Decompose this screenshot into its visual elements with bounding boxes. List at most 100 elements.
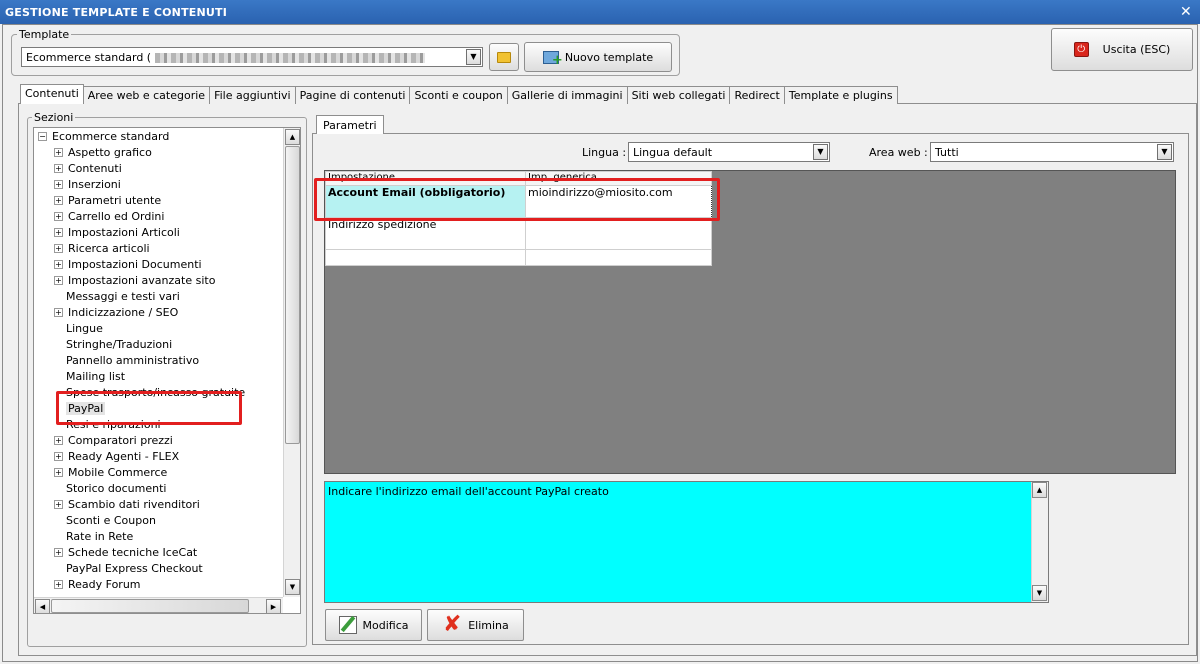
tree-item[interactable]: Pannello amministrativo [66, 353, 199, 369]
expand-icon[interactable]: + [54, 147, 63, 157]
scroll-up-icon[interactable]: ▲ [1032, 482, 1047, 498]
tree-item-label: Messaggi e testi vari [66, 290, 180, 303]
expand-icon[interactable]: + [54, 467, 63, 477]
tree-item[interactable]: + Schede tecniche IceCat [54, 545, 197, 561]
tree-item[interactable]: + Impostazioni Articoli [54, 225, 180, 241]
tree-item[interactable]: + Impostazioni avanzate sito [54, 273, 215, 289]
expand-icon[interactable]: + [54, 179, 63, 189]
tree-item[interactable]: + Mobile Commerce [54, 465, 167, 481]
tree-item[interactable]: + Ready Forum [54, 577, 141, 593]
tree-item[interactable]: Spese trasporto/incasso gratuite [66, 385, 245, 401]
expand-icon[interactable]: + [54, 243, 63, 253]
table-row[interactable] [325, 249, 712, 266]
tree-item-label: Ricerca articoli [68, 242, 150, 255]
tab-pagine-contenuti[interactable]: Pagine di contenuti [294, 86, 411, 104]
expand-icon[interactable]: + [54, 435, 63, 445]
delete-button[interactable]: ✘ Elimina [427, 609, 524, 641]
setting-value[interactable] [525, 217, 712, 250]
tree-item[interactable]: + Ready Agenti - FLEX [54, 449, 179, 465]
close-icon[interactable]: ✕ [1178, 4, 1194, 20]
area-select[interactable]: Tutti ▼ [930, 142, 1174, 162]
tree-item[interactable]: + Scambio dati rivenditori [54, 497, 200, 513]
setting-value-input[interactable]: mioindirizzo@miosito.com [525, 185, 712, 218]
column-header-generic: Imp. generica [525, 171, 712, 186]
scroll-up-icon[interactable]: ▲ [285, 129, 300, 145]
tree-item[interactable]: Sconti e Coupon [66, 513, 156, 529]
expand-icon[interactable]: + [54, 547, 63, 557]
setting-key[interactable] [325, 249, 526, 266]
scroll-thumb[interactable] [285, 146, 300, 444]
tree-item-label: Storico documenti [66, 482, 167, 495]
chevron-down-icon[interactable]: ▼ [813, 144, 828, 160]
tree-item[interactable]: PayPal [66, 401, 106, 417]
tab-aree-web[interactable]: Aree web e categorie [82, 86, 211, 104]
tab-parametri[interactable]: Parametri [316, 115, 384, 134]
description-box[interactable]: Indicare l'indirizzo email dell'account … [324, 481, 1049, 603]
tab-file-aggiuntivi[interactable]: File aggiuntivi [209, 86, 296, 104]
scroll-down-icon[interactable]: ▼ [1032, 585, 1047, 601]
tree-item[interactable]: + Aspetto grafico [54, 145, 152, 161]
tree-item[interactable]: + Impostazioni Documenti [54, 257, 202, 273]
tree-item[interactable]: + Contenuti [54, 161, 122, 177]
collapse-icon[interactable]: − [38, 131, 47, 141]
tree-item[interactable]: + Indicizzazione / SEO [54, 305, 178, 321]
tree-item[interactable]: + Comparatori prezzi [54, 433, 173, 449]
tree-item[interactable]: Lingue [66, 321, 103, 337]
description-scrollbar[interactable]: ▲ ▼ [1031, 482, 1048, 602]
tree-item[interactable]: Mailing list [66, 369, 125, 385]
setting-value[interactable] [525, 249, 712, 266]
expand-icon[interactable]: + [54, 579, 63, 589]
tree-item[interactable]: PayPal Express Checkout [66, 561, 203, 577]
expand-icon[interactable]: + [54, 259, 63, 269]
expand-icon[interactable]: + [54, 499, 63, 509]
expand-icon[interactable]: + [54, 307, 63, 317]
tree-item-label: Stringhe/Traduzioni [66, 338, 173, 351]
tree-item-label: Lingue [66, 322, 103, 335]
tree-item[interactable]: + Parametri utente [54, 193, 161, 209]
setting-key[interactable]: Account Email (obbligatorio) [325, 185, 526, 218]
chevron-down-icon[interactable]: ▼ [466, 49, 481, 65]
sections-tree[interactable]: − Ecommerce standard + Aspetto grafico + Con… [33, 127, 301, 614]
new-template-button[interactable]: Nuovo template [524, 42, 672, 72]
scroll-h-thumb[interactable] [51, 599, 249, 613]
tab-redirect[interactable]: Redirect [729, 86, 785, 104]
tree-item-label: Parametri utente [68, 194, 162, 207]
exit-label: Uscita (ESC) [1102, 43, 1171, 56]
scroll-right-icon[interactable]: ▶ [266, 599, 281, 613]
tree-item[interactable]: + Inserzioni [54, 177, 121, 193]
tree-item[interactable]: Messaggi e testi vari [66, 289, 180, 305]
tab-sconti-coupon[interactable]: Sconti e coupon [409, 86, 508, 104]
exit-button[interactable]: ⏻ Uscita (ESC) [1051, 28, 1193, 71]
delete-icon: ✘ [443, 612, 462, 637]
expand-icon[interactable]: + [54, 163, 63, 173]
open-folder-button[interactable] [489, 43, 519, 71]
expand-icon[interactable]: + [54, 227, 63, 237]
chevron-down-icon[interactable]: ▼ [1157, 144, 1172, 160]
tree-item[interactable]: Rate in Rete [66, 529, 133, 545]
tree-item[interactable]: + Carrello ed Ordini [54, 209, 164, 225]
edit-button[interactable]: Modifica [325, 609, 422, 641]
tree-item[interactable]: Resi e riparazioni [66, 417, 161, 433]
tab-gallerie[interactable]: Gallerie di immagini [506, 86, 628, 104]
language-select[interactable]: Lingua default ▼ [628, 142, 830, 162]
tree-item-label: PayPal [66, 402, 106, 415]
expand-icon[interactable]: + [54, 211, 63, 221]
scroll-down-icon[interactable]: ▼ [285, 579, 300, 595]
expand-icon[interactable]: + [54, 275, 63, 285]
template-select[interactable]: Ecommerce standard ( ▼ [21, 47, 483, 67]
tree-item[interactable]: + Ricerca articoli [54, 241, 150, 257]
expand-icon[interactable]: + [54, 451, 63, 461]
scroll-left-icon[interactable]: ◀ [35, 599, 50, 613]
table-row[interactable]: Indirizzo spedizione [325, 217, 712, 250]
tree-root[interactable]: − Ecommerce standard [38, 129, 169, 145]
tree-horizontal-scrollbar[interactable]: ◀ ▶ [34, 597, 283, 613]
tree-item[interactable]: Stringhe/Traduzioni [66, 337, 172, 353]
tab-template-plugins[interactable]: Template e plugins [783, 86, 898, 104]
tab-contenuti[interactable]: Contenuti [20, 84, 84, 104]
tree-vertical-scrollbar[interactable]: ▲ ▼ [283, 128, 300, 597]
setting-key[interactable]: Indirizzo spedizione [325, 217, 526, 250]
tab-siti-collegati[interactable]: Siti web collegati [626, 86, 731, 104]
table-row[interactable]: Account Email (obbligatorio) mioindirizz… [325, 185, 712, 218]
tree-item[interactable]: Storico documenti [66, 481, 166, 497]
expand-icon[interactable]: + [54, 195, 63, 205]
